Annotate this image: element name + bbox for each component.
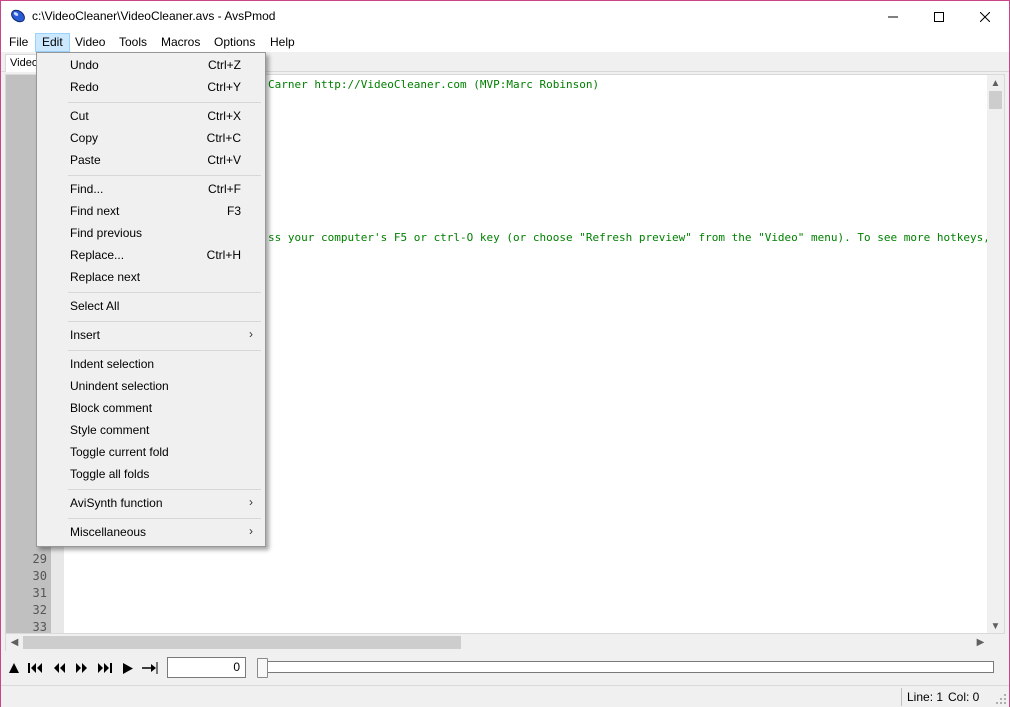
minimize-icon [888,16,898,17]
maximize-icon [934,11,944,22]
arrow-to-bar-icon [142,662,158,674]
minimize-button[interactable] [870,1,916,32]
video-slider-track[interactable] [266,661,994,673]
menu-separator [68,350,261,351]
goto-frame-button[interactable] [142,661,158,675]
fast-forward-icon [76,663,87,673]
menu-item-select-all[interactable]: Select All [39,295,263,317]
horizontal-scroll-thumb[interactable] [23,636,461,649]
close-icon [980,11,990,22]
menu-item-replace-next[interactable]: Replace next [39,266,263,288]
submenu-arrow-icon: › [249,327,253,341]
menu-item-miscellaneous[interactable]: Miscellaneous › [39,521,263,543]
menu-item-insert[interactable]: Insert › [39,324,263,346]
next-frame-button[interactable] [74,661,90,675]
menu-separator [68,102,261,103]
submenu-arrow-icon: › [249,495,253,509]
window-title: c:\VideoCleaner\VideoCleaner.avs - AvsPm… [32,9,276,23]
title-bar: c:\VideoCleaner\VideoCleaner.avs - AvsPm… [1,1,1009,32]
code-line-comment: Carner http://VideoCleaner.com (MVP:Marc… [268,78,600,91]
resize-grip-icon[interactable] [996,694,1007,705]
menu-edit[interactable]: Edit [35,33,70,52]
menu-item-toggle-current-fold[interactable]: Toggle current fold [39,441,263,463]
menu-item-paste[interactable]: Paste Ctrl+V [39,149,263,171]
menu-options[interactable]: Options [208,33,261,52]
menu-separator [68,489,261,490]
app-window: c:\VideoCleaner\VideoCleaner.avs - AvsPm… [0,0,1010,707]
menu-macros[interactable]: Macros [155,33,206,52]
menu-item-cut[interactable]: Cut Ctrl+X [39,105,263,127]
scroll-down-icon[interactable]: ▼ [987,618,1004,633]
play-icon [123,662,133,674]
scroll-right-icon[interactable]: ▶ [972,634,989,651]
status-divider [901,688,902,706]
scroll-left-icon[interactable]: ◀ [6,634,23,651]
line-number: 31 [32,586,47,600]
menu-item-find[interactable]: Find... Ctrl+F [39,178,263,200]
menu-tools[interactable]: Tools [113,33,153,52]
menu-item-find-previous[interactable]: Find previous [39,222,263,244]
menu-item-copy[interactable]: Copy Ctrl+C [39,127,263,149]
play-button[interactable] [120,661,136,675]
toggle-preview-button[interactable] [6,661,22,675]
avspmod-app-icon [9,7,27,25]
last-frame-button[interactable] [97,661,113,675]
vertical-scroll-thumb[interactable] [989,91,1002,109]
menu-separator [68,292,261,293]
edit-menu-dropdown: Undo Ctrl+Z Redo Ctrl+Y Cut Ctrl+X Copy … [36,52,266,547]
status-line: Line: 1 [907,690,944,704]
line-number: 30 [32,569,47,583]
submenu-arrow-icon: › [249,524,253,538]
menu-item-style-comment[interactable]: Style comment [39,419,263,441]
menu-separator [68,175,261,176]
frame-number-input[interactable]: 0 [167,657,246,678]
menu-item-block-comment[interactable]: Block comment [39,397,263,419]
menu-item-avisynth-function[interactable]: AviSynth function › [39,492,263,514]
menu-separator [68,321,261,322]
vertical-scrollbar[interactable]: ▲ ▼ [987,75,1004,633]
menu-item-unindent-selection[interactable]: Unindent selection [39,375,263,397]
horizontal-scrollbar[interactable]: ◀ ▶ [5,634,988,651]
video-slider-handle[interactable] [257,658,268,678]
rewind-icon [54,663,65,673]
status-col: Col: 0 [948,690,980,704]
menu-item-undo[interactable]: Undo Ctrl+Z [39,54,263,76]
code-line-comment: ss your computer's F5 or ctrl-O key (or … [268,231,1005,244]
close-button[interactable] [962,1,1008,32]
menu-bar: File Edit Video Tools Macros Options Hel… [1,32,1009,52]
skip-start-icon [28,663,42,673]
line-number: 33 [32,620,47,634]
status-bar: Line: 1 Col: 0 [1,685,1009,707]
line-number: 29 [32,552,47,566]
playback-toolbar: 0 [1,653,1009,683]
menu-item-find-next[interactable]: Find next F3 [39,200,263,222]
prev-frame-button[interactable] [51,661,67,675]
maximize-button[interactable] [916,1,962,32]
scroll-up-icon[interactable]: ▲ [987,75,1004,92]
menu-item-replace[interactable]: Replace... Ctrl+H [39,244,263,266]
menu-video[interactable]: Video [69,33,111,52]
skip-end-icon [98,663,112,673]
menu-help[interactable]: Help [264,33,301,52]
menu-item-indent-selection[interactable]: Indent selection [39,353,263,375]
menu-item-toggle-all-folds[interactable]: Toggle all folds [39,463,263,485]
first-frame-button[interactable] [27,661,43,675]
menu-item-redo[interactable]: Redo Ctrl+Y [39,76,263,98]
line-number: 32 [32,603,47,617]
triangle-up-icon [9,663,19,673]
menu-separator [68,518,261,519]
menu-file[interactable]: File [3,33,34,52]
